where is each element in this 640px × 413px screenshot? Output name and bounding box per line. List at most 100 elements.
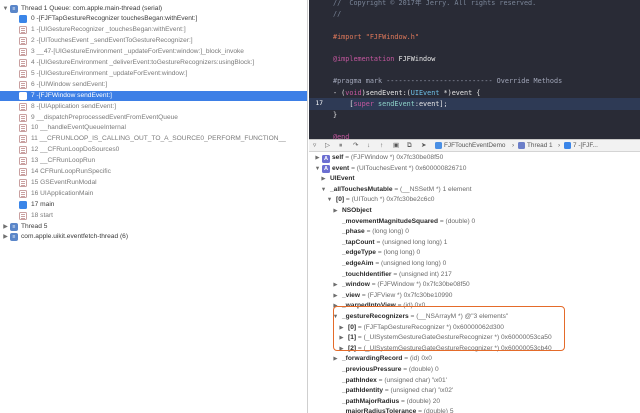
disclosure-closed-icon[interactable]: ▶ (314, 153, 321, 164)
variable-row[interactable]: ▼ Aevent = (UITouchesEvent *) 0x600000826… (309, 164, 640, 175)
hide-debug-area-icon[interactable]: ▿ (313, 141, 316, 151)
stack-frame-row[interactable]: 18 start (0, 211, 307, 221)
code-line[interactable]: // (309, 8, 640, 20)
stack-frame-row[interactable]: 13 __CFRunLoopRun (0, 156, 307, 166)
stack-frame-row[interactable]: 0 -[FJFTapGestureRecognizer touchesBegan… (0, 14, 307, 24)
thread-row[interactable]: ▶ ≡ Thread 5 (0, 222, 307, 232)
step-out-icon[interactable]: ↑ (380, 141, 383, 151)
variable-row[interactable]: _pathIdentity = (unsigned char) '\x02' (309, 386, 640, 397)
disclosure-closed-icon[interactable]: ▶ (332, 280, 339, 291)
stack-frame-row[interactable]: 15 GSEventRunModal (0, 178, 307, 188)
variable-row[interactable]: ▶ NSObject (309, 206, 640, 217)
code-line[interactable]: @end (309, 131, 640, 139)
code-line[interactable]: #pragma mark -------------------------- … (309, 75, 640, 87)
stack-frame-row[interactable]: 6 -[UIWindow sendEvent:] (0, 80, 307, 90)
variable-row[interactable]: ▶ _view = (FJFView *) 0x7fc30be10990 (309, 291, 640, 302)
stack-frame-row[interactable]: 8 -[UIApplication sendEvent:] (0, 102, 307, 112)
simulate-location-icon[interactable]: ➤ (421, 141, 426, 151)
code-token: FJFWindow (394, 55, 436, 63)
disclosure-open-icon[interactable]: ▼ (326, 195, 333, 206)
disclosure-closed-icon[interactable]: ▶ (332, 291, 339, 302)
variable-row[interactable]: ▶ [1] = (_UISystemGestureGateGestureRecog… (309, 333, 640, 344)
stack-frame-row[interactable]: 3 __47-[UIGestureEnvironment _updateForE… (0, 47, 307, 57)
stack-frame-row[interactable]: 10 __handleEventQueueInternal (0, 123, 307, 133)
variable-row[interactable]: ▶ [0] = (FJFTapGestureRecognizer *) 0x600… (309, 323, 640, 334)
debug-navigator: ▼ ≡ Thread 1 Queue: com.apple.main-thread … (0, 0, 308, 413)
code-line[interactable] (309, 19, 640, 31)
user-frame-icon (19, 91, 27, 100)
variable-row[interactable]: _edgeAim = (unsigned long long) 0 (309, 259, 640, 270)
code-line[interactable]: - (void)sendEvent:(UIEvent *)event { (309, 87, 640, 99)
code-line[interactable]: @implementation FJFWindow (309, 53, 640, 65)
step-in-icon[interactable]: ↓ (367, 141, 370, 151)
disclosure-open-icon[interactable]: ▼ (314, 164, 321, 175)
variable-row[interactable]: _pathMajorRadius = (double) 20 (309, 397, 640, 408)
thread-row[interactable]: ▼ ≡ Thread 1 Queue: com.apple.main-thread … (0, 4, 307, 14)
variable-row[interactable]: ▶ _forwardingRecord = (id) 0x0 (309, 354, 640, 365)
system-frame-icon (19, 168, 27, 176)
frame-icon (564, 142, 571, 149)
memory-graph-icon[interactable]: ⧉ (407, 141, 412, 151)
variable-row[interactable]: ▶ [2] = (_UISystemGestureGateGestureRecog… (309, 344, 640, 355)
variable-text: _forwardingRecord = (id) 0x0 (342, 354, 432, 365)
disclosure-closed-icon[interactable]: ▶ (338, 323, 345, 334)
stack-frame-row[interactable]: 5 -[UIGestureEnvironment _updateForEvent… (0, 69, 307, 79)
disclosure-closed-icon[interactable]: ▶ (320, 174, 327, 185)
breakpoints-toggle-icon[interactable]: ▷ (325, 141, 330, 151)
code-line[interactable] (309, 120, 640, 132)
variable-row[interactable]: _previousPressure = (double) 0 (309, 365, 640, 376)
disclosure-closed-icon[interactable]: ▶ (2, 232, 9, 242)
code-line[interactable] (309, 64, 640, 76)
disclosure-open-icon[interactable]: ▼ (320, 185, 327, 196)
variable-row[interactable]: _phase = (long long) 0 (309, 227, 640, 238)
frame-label: 4 -[UIGestureEnvironment _deliverEvent:t… (31, 59, 255, 66)
variable-row[interactable]: ▼ _allTouchesMutable = (__NSSetM *) 1 ele… (309, 185, 640, 196)
disclosure-open-icon[interactable]: ▼ (2, 4, 9, 14)
variable-row[interactable]: ▼ [0] = (UITouch *) 0x7fc30be2c6c0 (309, 195, 640, 206)
breadcrumb-frame[interactable]: 7 -[FJF... (573, 141, 598, 151)
breadcrumb-thread[interactable]: Thread 1 (527, 141, 553, 151)
variable-value: = (__NSSetM *) 1 element (394, 185, 472, 193)
code-line[interactable]: #import "FJFWindow.h" (309, 31, 640, 43)
variable-name: _tapCount (342, 238, 375, 246)
variable-row[interactable]: _touchIdentifier = (unsigned int) 217 (309, 270, 640, 281)
variable-row[interactable]: _pathIndex = (unsigned char) '\x01' (309, 376, 640, 387)
code-line[interactable]: } (309, 109, 640, 121)
step-over-icon[interactable]: ↷ (353, 141, 358, 151)
variable-value: = (double) 20 (401, 397, 441, 405)
variable-row[interactable]: ▶ _window = (FJFWindow *) 0x7fc30be08f50 (309, 280, 640, 291)
variable-row[interactable]: _movementMagnitudeSquared = (double) 0 (309, 217, 640, 228)
source-editor[interactable]: // Copyright © 2017年 Jerry. All rights r… (309, 0, 640, 139)
stack-frame-row[interactable]: 2 -[UITouchesEvent _sendEventToGestureRe… (0, 36, 307, 46)
stack-frame-row[interactable]: 14 CFRunLoopRunSpecific (0, 167, 307, 177)
variable-row[interactable]: ▶ Aself = (FJFWindow *) 0x7fc30be08f50 (309, 153, 640, 164)
stack-frame-row[interactable]: 7 -[FJFWindow sendEvent:] (0, 90, 307, 101)
view-hierarchy-icon[interactable]: ▣ (393, 141, 399, 151)
disclosure-closed-icon[interactable]: ▶ (332, 301, 339, 312)
disclosure-closed-icon[interactable]: ▶ (338, 344, 345, 355)
stack-frame-row[interactable]: 17 main (0, 200, 307, 210)
variable-row[interactable]: ▶ UIEvent (309, 174, 640, 185)
variable-row[interactable]: ▼ _gestureRecognizers = (__NSArrayM *) @"… (309, 312, 640, 323)
stack-frame-row[interactable]: 12 __CFRunLoopDoSources0 (0, 145, 307, 155)
disclosure-open-icon[interactable]: ▼ (332, 312, 339, 323)
stack-frame-row[interactable]: 9 __dispatchPreprocessedEventFromEventQu… (0, 113, 307, 123)
thread-row[interactable]: ▶ ≡ com.apple.uikit.eventfetch-thread (6) (0, 232, 307, 242)
disclosure-closed-icon[interactable]: ▶ (338, 333, 345, 344)
variable-row[interactable]: _majorRadiusTolerance = (double) 5 (309, 407, 640, 413)
breadcrumb-project[interactable]: FJFTouchEventDemo (444, 141, 505, 151)
stack-frame-row[interactable]: 4 -[UIGestureEnvironment _deliverEvent:t… (0, 58, 307, 68)
pause-icon[interactable]: ⏸ (339, 141, 342, 151)
variable-row[interactable]: _edgeType = (long long) 0 (309, 248, 640, 259)
disclosure-closed-icon[interactable]: ▶ (332, 206, 339, 217)
disclosure-closed-icon[interactable]: ▶ (332, 354, 339, 365)
variable-row[interactable]: ▶ _warpedIntoView = (id) 0x0 (309, 301, 640, 312)
stack-frame-row[interactable]: 16 UIApplicationMain (0, 189, 307, 199)
disclosure-closed-icon[interactable]: ▶ (2, 222, 9, 232)
code-line[interactable] (309, 42, 640, 54)
variable-row[interactable]: _tapCount = (unsigned long long) 1 (309, 238, 640, 249)
stack-frame-row[interactable]: 11 __CFRUNLOOP_IS_CALLING_OUT_TO_A_SOURC… (0, 134, 307, 144)
breadcrumb-separator-icon: › (558, 142, 561, 149)
current-line[interactable]: 17 [super sendEvent:event]; (309, 97, 640, 110)
stack-frame-row[interactable]: 1 -[UIGestureRecognizer _touchesBegan:wi… (0, 25, 307, 35)
